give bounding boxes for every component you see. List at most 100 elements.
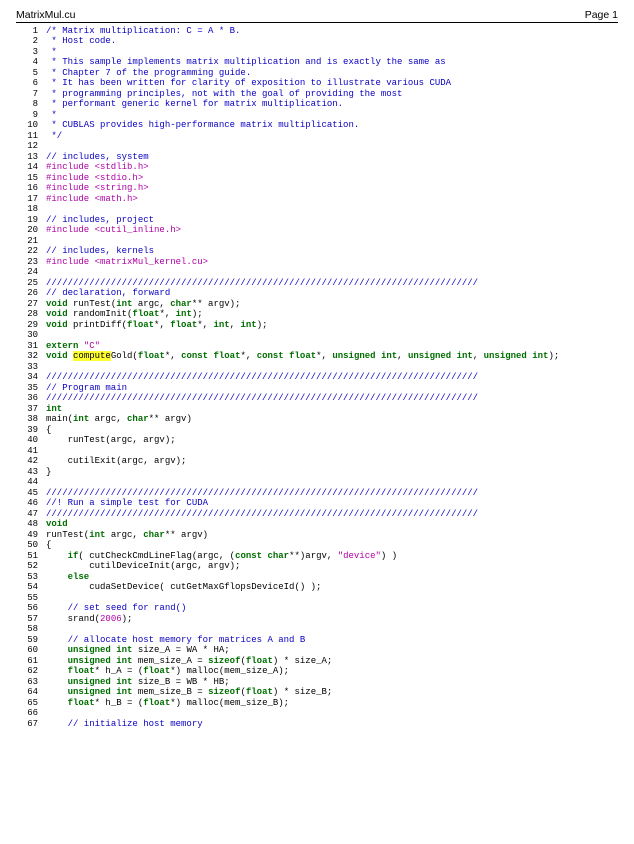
- line-number: 47: [16, 509, 46, 520]
- code-line: 28void randomInit(float*, int);: [16, 309, 618, 320]
- code-line: 43}: [16, 467, 618, 478]
- code-line: 66: [16, 708, 618, 719]
- code-line: 47//////////////////////////////////////…: [16, 509, 618, 520]
- code-content: //! Run a simple test for CUDA: [46, 498, 618, 509]
- code-line: 16#include <string.h>: [16, 183, 618, 194]
- code-content: ////////////////////////////////////////…: [46, 509, 618, 520]
- line-number: 57: [16, 614, 46, 625]
- code-line: 40 runTest(argc, argv);: [16, 435, 618, 446]
- code-line: 59 // allocate host memory for matrices …: [16, 635, 618, 646]
- code-line: 7 * programming principles, not with the…: [16, 89, 618, 100]
- line-number: 4: [16, 57, 46, 68]
- code-content: * Chapter 7 of the programming guide.: [46, 68, 618, 79]
- line-number: 7: [16, 89, 46, 100]
- code-content: #include <cutil_inline.h>: [46, 225, 618, 236]
- code-line: 64 unsigned int mem_size_B = sizeof(floa…: [16, 687, 618, 698]
- code-content: {: [46, 425, 618, 436]
- code-content: ////////////////////////////////////////…: [46, 393, 618, 404]
- line-number: 3: [16, 47, 46, 58]
- code-line: 25//////////////////////////////////////…: [16, 278, 618, 289]
- code-line: 44: [16, 477, 618, 488]
- code-line: 62 float* h_A = (float*) malloc(mem_size…: [16, 666, 618, 677]
- line-number: 64: [16, 687, 46, 698]
- code-content: #include <math.h>: [46, 194, 618, 205]
- code-content: [46, 624, 618, 635]
- code-line: 54 cudaSetDevice( cutGetMaxGflopsDeviceI…: [16, 582, 618, 593]
- code-content: cudaSetDevice( cutGetMaxGflopsDeviceId()…: [46, 582, 618, 593]
- code-line: 5 * Chapter 7 of the programming guide.: [16, 68, 618, 79]
- code-line: 48void: [16, 519, 618, 530]
- code-content: [46, 708, 618, 719]
- line-number: 27: [16, 299, 46, 310]
- code-line: 36//////////////////////////////////////…: [16, 393, 618, 404]
- code-content: // declaration, forward: [46, 288, 618, 299]
- line-number: 2: [16, 36, 46, 47]
- line-number: 9: [16, 110, 46, 121]
- line-number: 41: [16, 446, 46, 457]
- code-line: 10 * CUBLAS provides high-performance ma…: [16, 120, 618, 131]
- code-line: 67 // initialize host memory: [16, 719, 618, 730]
- line-number: 61: [16, 656, 46, 667]
- code-content: ////////////////////////////////////////…: [46, 488, 618, 499]
- line-number: 22: [16, 246, 46, 257]
- code-line: 55: [16, 593, 618, 604]
- code-content: if( cutCheckCmdLineFlag(argc, (const cha…: [46, 551, 618, 562]
- line-number: 51: [16, 551, 46, 562]
- code-content: *: [46, 47, 618, 58]
- line-number: 32: [16, 351, 46, 362]
- line-number: 39: [16, 425, 46, 436]
- code-content: void randomInit(float*, int);: [46, 309, 618, 320]
- code-line: 61 unsigned int mem_size_A = sizeof(floa…: [16, 656, 618, 667]
- code-content: srand(2006);: [46, 614, 618, 625]
- code-line: 56 // set seed for rand(): [16, 603, 618, 614]
- code-content: runTest(argc, argv);: [46, 435, 618, 446]
- line-number: 36: [16, 393, 46, 404]
- line-number: 16: [16, 183, 46, 194]
- line-number: 50: [16, 540, 46, 551]
- code-line: 50{: [16, 540, 618, 551]
- line-number: 15: [16, 173, 46, 184]
- code-content: * Host code.: [46, 36, 618, 47]
- code-content: void computeGold(float*, const float*, c…: [46, 351, 618, 362]
- code-content: [46, 204, 618, 215]
- line-number: 53: [16, 572, 46, 583]
- code-line: 2 * Host code.: [16, 36, 618, 47]
- code-line: 29void printDiff(float*, float*, int, in…: [16, 320, 618, 331]
- code-line: 58: [16, 624, 618, 635]
- line-number: 37: [16, 404, 46, 415]
- code-content: ////////////////////////////////////////…: [46, 278, 618, 289]
- page-header: MatrixMul.cu Page 1: [16, 10, 618, 23]
- code-content: #include <stdlib.h>: [46, 162, 618, 173]
- code-line: 45//////////////////////////////////////…: [16, 488, 618, 499]
- code-content: // includes, project: [46, 215, 618, 226]
- line-number: 24: [16, 267, 46, 278]
- code-content: #include <string.h>: [46, 183, 618, 194]
- line-number: 56: [16, 603, 46, 614]
- line-number: 63: [16, 677, 46, 688]
- line-number: 45: [16, 488, 46, 499]
- line-number: 6: [16, 78, 46, 89]
- filename-label: MatrixMul.cu: [16, 10, 76, 21]
- line-number: 31: [16, 341, 46, 352]
- code-line: 49runTest(int argc, char** argv): [16, 530, 618, 541]
- line-number: 66: [16, 708, 46, 719]
- code-content: cutilDeviceInit(argc, argv);: [46, 561, 618, 572]
- code-line: 15#include <stdio.h>: [16, 173, 618, 184]
- code-line: 63 unsigned int size_B = WB * HB;: [16, 677, 618, 688]
- code-line: 4 * This sample implements matrix multip…: [16, 57, 618, 68]
- line-number: 42: [16, 456, 46, 467]
- code-line: 13// includes, system: [16, 152, 618, 163]
- code-content: ////////////////////////////////////////…: [46, 372, 618, 383]
- code-content: float* h_A = (float*) malloc(mem_size_A)…: [46, 666, 618, 677]
- line-number: 1: [16, 26, 46, 37]
- line-number: 44: [16, 477, 46, 488]
- code-content: // includes, kernels: [46, 246, 618, 257]
- code-content: main(int argc, char** argv): [46, 414, 618, 425]
- code-line: 3 *: [16, 47, 618, 58]
- line-number: 28: [16, 309, 46, 320]
- line-number: 29: [16, 320, 46, 331]
- code-line: 27void runTest(int argc, char** argv);: [16, 299, 618, 310]
- code-line: 33: [16, 362, 618, 373]
- code-content: * performant generic kernel for matrix m…: [46, 99, 618, 110]
- code-content: [46, 593, 618, 604]
